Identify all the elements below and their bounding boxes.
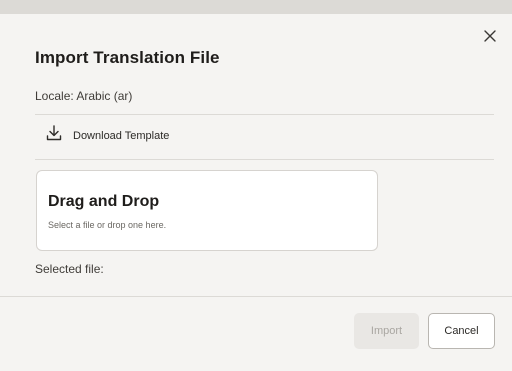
- file-dropzone[interactable]: Drag and Drop Select a file or drop one …: [36, 170, 378, 251]
- cancel-button[interactable]: Cancel: [428, 313, 495, 349]
- close-icon[interactable]: [478, 24, 502, 48]
- footer-divider: [0, 296, 512, 297]
- dropzone-subtitle: Select a file or drop one here.: [48, 220, 167, 230]
- download-template-link[interactable]: Download Template: [45, 124, 169, 147]
- locale-text: Locale: Arabic (ar): [35, 89, 133, 103]
- backdrop-strip: [0, 0, 512, 14]
- selected-file-label: Selected file:: [35, 262, 104, 276]
- divider: [35, 114, 494, 115]
- download-icon: [45, 124, 63, 147]
- divider: [35, 159, 494, 160]
- import-translation-dialog: Import Translation File Locale: Arabic (…: [0, 0, 512, 371]
- import-button[interactable]: Import: [354, 313, 419, 349]
- download-template-label: Download Template: [73, 129, 170, 142]
- dropzone-title: Drag and Drop: [48, 193, 160, 210]
- dialog-title: Import Translation File: [35, 48, 220, 67]
